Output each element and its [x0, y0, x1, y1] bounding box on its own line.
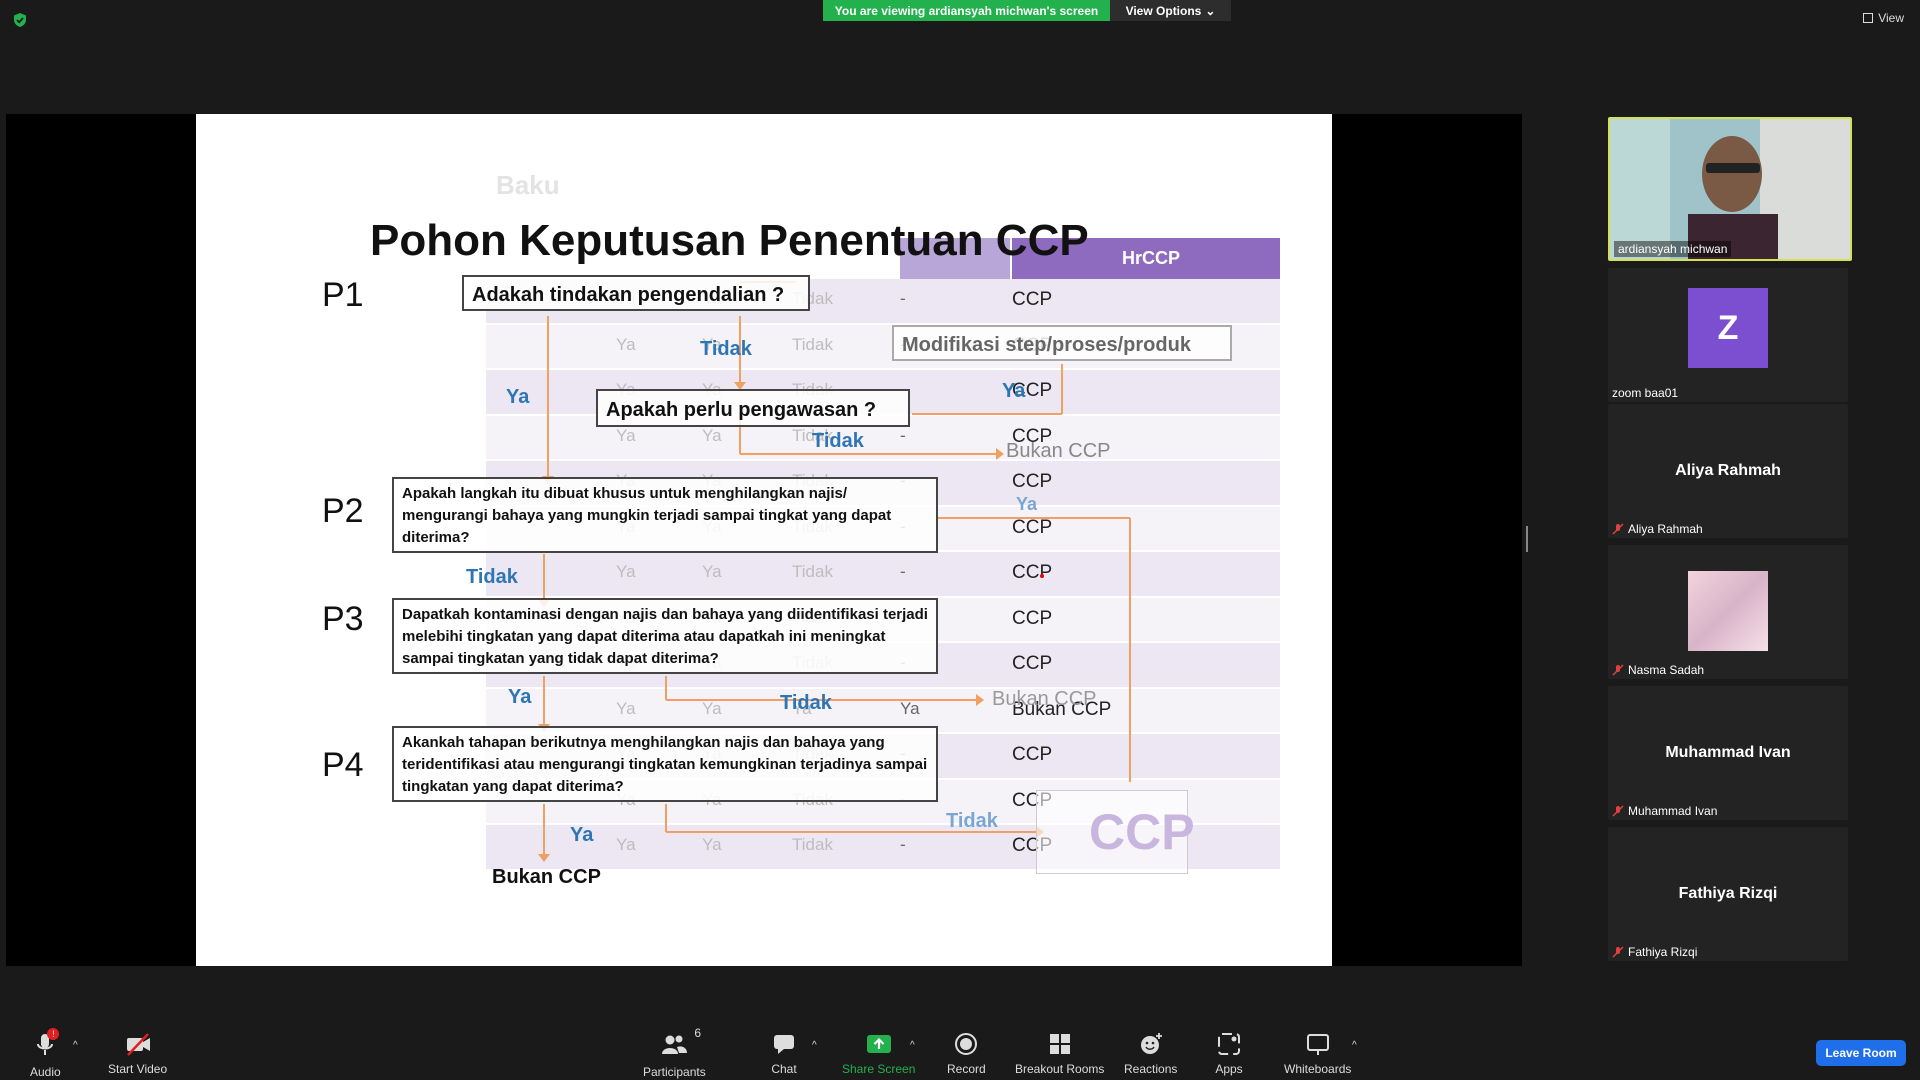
grid-view-icon: [1863, 13, 1874, 23]
participants-count: 6: [694, 1026, 702, 1040]
participant-tile-zoom-baa01[interactable]: Z zoom baa01: [1608, 268, 1848, 402]
participant-name-row: Fathiya Rizqi: [1612, 945, 1697, 959]
chevron-down-icon: ⌄: [1205, 3, 1216, 18]
whiteboards-button[interactable]: Whiteboards: [1284, 1030, 1351, 1076]
question-monitoring-box: Apakah perlu pengawasan ?: [596, 389, 910, 427]
video-feed: [1610, 119, 1850, 259]
participant-name: Nasma Sadah: [1628, 663, 1705, 677]
chat-button[interactable]: Chat: [770, 1030, 798, 1076]
participant-tile-aliya[interactable]: Aliya Rahmah Aliya Rahmah: [1608, 404, 1848, 538]
flow-label-bukan-ccp: Bukan CCP: [992, 688, 1097, 710]
participant-name: Muhammad Ivan: [1628, 804, 1718, 818]
flow-label-tidak: Tidak: [946, 810, 998, 832]
question-1-box: Adakah tindakan pengendalian ?: [462, 275, 810, 311]
participant-name: ardiansyah michwan: [1614, 241, 1732, 257]
whiteboards-options-caret[interactable]: ^: [1352, 1040, 1357, 1051]
audio-options-caret[interactable]: ^: [73, 1040, 78, 1051]
share-screen-icon: [866, 1035, 891, 1053]
audio-icon-wrap: !: [31, 1028, 60, 1061]
security-shield-icon[interactable]: [12, 12, 28, 28]
apps-button[interactable]: Apps: [1215, 1030, 1243, 1076]
reactions-button[interactable]: Reactions: [1124, 1030, 1177, 1076]
participant-tile-ardiansyah[interactable]: ardiansyah michwan: [1608, 117, 1852, 261]
participant-name: Aliya Rahmah: [1628, 522, 1703, 536]
participant-display-name: Fathiya Rizqi: [1678, 885, 1778, 902]
flow-label-tidak: Tidak: [700, 338, 752, 360]
breakout-rooms-icon: [1049, 1034, 1070, 1054]
flow-label-bukan-ccp: Bukan CCP: [1006, 440, 1111, 462]
participant-tile-muhammad[interactable]: Muhammad Ivan Muhammad Ivan: [1608, 686, 1848, 820]
question-3-box: Dapatkah kontaminasi dengan najis dan ba…: [392, 598, 938, 674]
participant-tile-fathiya[interactable]: Fathiya Rizqi Fathiya Rizqi: [1608, 827, 1848, 961]
final-bukan-ccp: Bukan CCP: [492, 866, 601, 888]
chat-options-caret[interactable]: ^: [812, 1040, 817, 1051]
start-video-label: Start Video: [108, 1062, 168, 1076]
participant-name: Fathiya Rizqi: [1628, 945, 1698, 959]
participant-tile-nasma[interactable]: Nasma Sadah: [1608, 545, 1848, 679]
start-video-button[interactable]: Start Video: [108, 1030, 167, 1076]
ccp-outcome-label: CCP: [1089, 804, 1195, 860]
participant-display-name: Muhammad Ivan: [1665, 744, 1791, 761]
modification-box: Modifikasi step/proses/produk: [892, 325, 1232, 361]
audio-button[interactable]: ! Audio: [30, 1028, 61, 1079]
mic-muted-icon: [1612, 805, 1624, 817]
participants-button[interactable]: 6 Participants: [643, 1026, 706, 1079]
reactions-label: Reactions: [1124, 1062, 1178, 1076]
flow-label-tidak: Tidak: [812, 430, 864, 452]
flow-label-tidak: Tidak: [780, 692, 832, 714]
chat-icon: [774, 1035, 794, 1054]
record-label: Record: [947, 1062, 986, 1076]
participants-label: Participants: [643, 1065, 706, 1079]
mic-muted-icon: [1612, 523, 1624, 535]
participant-name-row: Nasma Sadah: [1612, 663, 1704, 677]
share-options-caret[interactable]: ^: [910, 1040, 915, 1051]
whiteboard-icon: [1306, 1034, 1329, 1055]
video-off-icon: [126, 1033, 150, 1056]
participant-display-name: Aliya Rahmah: [1675, 462, 1781, 479]
flow-label-ya: Ya: [1016, 494, 1038, 514]
mic-muted-icon: [1612, 946, 1624, 958]
record-button[interactable]: Record: [947, 1030, 986, 1076]
share-screen-button[interactable]: Share Screen: [842, 1030, 915, 1076]
panel-resize-handle[interactable]: [1526, 526, 1528, 552]
participant-name: zoom baa01: [1612, 386, 1679, 400]
participant-name-row: Aliya Rahmah: [1612, 522, 1703, 536]
view-options-label: View Options: [1125, 3, 1202, 18]
mic-muted-icon: [1612, 664, 1624, 676]
view-button[interactable]: View: [1863, 11, 1904, 25]
apps-icon: [1218, 1033, 1240, 1055]
participants-icon-wrap: 6: [660, 1026, 701, 1061]
shared-slide: HrCCP YaYaTidak-CCPYaYaTidak-CCPYaYaTida…: [196, 114, 1332, 966]
whiteboards-label: Whiteboards: [1284, 1062, 1352, 1076]
chat-label: Chat: [771, 1062, 797, 1076]
laser-pointer-dot: [1040, 574, 1044, 578]
apps-label: Apps: [1215, 1062, 1243, 1076]
audio-label: Audio: [30, 1065, 61, 1079]
question-4-box: Akankah tahapan berikutnya menghilangkan…: [392, 726, 938, 802]
flow-label-ya: Ya: [570, 824, 594, 846]
view-label: View: [1878, 11, 1904, 25]
participant-name-row: Muhammad Ivan: [1612, 804, 1717, 818]
flow-label-tidak: Tidak: [466, 566, 518, 588]
leave-room-button[interactable]: Leave Room: [1816, 1040, 1906, 1066]
breakout-rooms-label: Breakout Rooms: [1015, 1062, 1105, 1076]
record-icon: [955, 1033, 978, 1055]
reactions-icon: [1140, 1033, 1162, 1054]
flow-label-ya: Ya: [508, 686, 532, 708]
profile-image: [1688, 571, 1768, 651]
view-options-button[interactable]: View Options ⌄: [1110, 0, 1231, 21]
participants-icon: [662, 1035, 688, 1054]
breakout-rooms-button[interactable]: Breakout Rooms: [1015, 1030, 1104, 1076]
share-screen-label: Share Screen: [842, 1062, 916, 1076]
flow-label-ya: Ya: [1002, 380, 1026, 402]
ccp-outcome-box: CCP: [1036, 790, 1195, 874]
avatar: Z: [1688, 288, 1768, 368]
question-2-box: Apakah langkah itu dibuat khusus untuk m…: [392, 477, 938, 553]
flow-label-ya: Ya: [506, 386, 530, 408]
viewing-screen-banner: You are viewing ardiansyah michwan's scr…: [823, 0, 1110, 21]
